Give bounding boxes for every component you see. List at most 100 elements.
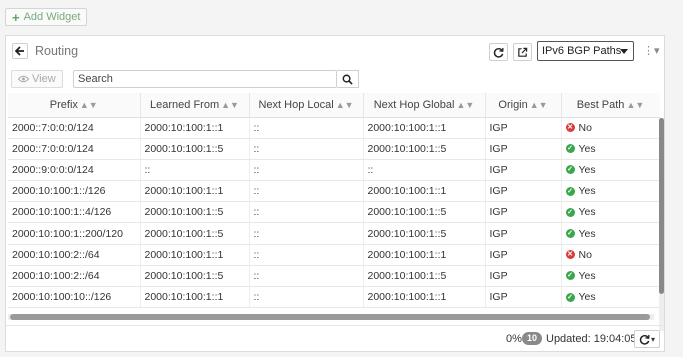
view-button-label: View — [32, 73, 56, 85]
origin-cell: IGP — [485, 180, 562, 203]
back-arrow-icon — [15, 46, 24, 56]
table-row[interactable]: 2000:10:100:10::/126 2000:10:100:1::1:: 20… — [8, 286, 660, 309]
column-header-next-hop-global[interactable]: Next Hop Global ▲▼ — [363, 93, 486, 118]
vertical-scrollbar[interactable] — [659, 118, 664, 331]
best-path-cell: ✓ Yes — [561, 138, 660, 160]
best-path-cell: ✕ No — [561, 244, 660, 266]
view-button[interactable]: View — [11, 70, 63, 88]
refresh-icon — [493, 47, 504, 58]
column-header-origin[interactable]: Origin ▲▼ — [485, 93, 562, 118]
origin-cell: IGP — [485, 244, 562, 266]
eye-icon — [18, 75, 29, 83]
column-header-learned-from[interactable]: Learned From ▲▼ — [140, 93, 250, 118]
refresh-count-badge: 10 — [522, 332, 543, 345]
sort-icon: ▲▼ — [529, 99, 548, 110]
check-circle-icon: ✓ — [565, 207, 575, 217]
column-header-prefix[interactable]: Prefix ▲▼ — [8, 93, 141, 118]
learned-from-cell: 2000:10:100:1::5 — [140, 222, 250, 245]
table-row[interactable]: 2000::9:0:0:0/124:::::: IGP ✓ Yes — [8, 159, 660, 182]
learned-from-cell: 2000:10:100:1::5 — [140, 138, 250, 160]
next-hop-global-cell: 2000:10:100:1::5 — [363, 265, 486, 288]
widget-menu-button[interactable]: ⋮▾ — [643, 44, 660, 57]
table-row[interactable]: 2000:10:100:1::200/120 2000:10:100:1::5::… — [8, 222, 660, 245]
prefix-cell: 2000::7:0:0:0/124 — [8, 138, 141, 160]
origin-cell: IGP — [485, 265, 562, 288]
origin-cell: IGP — [485, 222, 562, 245]
learned-from-cell: 2000:10:100:1::1 — [140, 117, 250, 139]
last-updated-text: Updated: 19:04:05 — [546, 333, 637, 345]
best-path-label: Yes — [578, 185, 596, 198]
add-widget-button[interactable]: + Add Widget — [5, 8, 88, 26]
prefix-cell: 2000:10:100:1::/126 — [8, 180, 141, 203]
table-row[interactable]: 2000::7:0:0:0/124 2000:10:100:1::1:: 2000:… — [8, 117, 660, 139]
origin-cell: IGP — [485, 117, 562, 139]
search-button[interactable] — [337, 70, 359, 88]
open-external-button[interactable] — [513, 43, 532, 61]
chevron-down-icon: ▾ — [650, 334, 655, 344]
next-hop-local-cell: :: — [249, 222, 364, 245]
check-circle-icon: ✓ — [565, 144, 575, 154]
origin-cell: IGP — [485, 159, 562, 182]
back-button[interactable] — [12, 43, 28, 59]
best-path-label: Yes — [578, 163, 596, 176]
next-hop-local-cell: :: — [249, 244, 364, 266]
check-circle-icon: ✓ — [565, 165, 575, 175]
origin-cell: IGP — [485, 201, 562, 224]
prefix-cell: 2000:10:100:2::/64 — [8, 265, 141, 288]
widget-header: Routing IPv6 BGP Paths ⋮▾ — [6, 36, 664, 66]
column-header-best-path[interactable]: Best Path ▲▼ — [561, 93, 660, 118]
table-row[interactable]: 2000::7:0:0:0/124 2000:10:100:1::5:: 2000:… — [8, 138, 660, 160]
next-hop-local-cell: :: — [249, 117, 364, 139]
search-icon — [342, 74, 353, 85]
learned-from-cell: 2000:10:100:1::1 — [140, 180, 250, 203]
refresh-button[interactable] — [489, 43, 508, 61]
next-hop-global-cell: 2000:10:100:1::5 — [363, 138, 486, 160]
next-hop-local-cell: :: — [249, 180, 364, 203]
check-circle-icon: ✓ — [565, 271, 575, 281]
best-path-cell: ✓ Yes — [561, 180, 660, 203]
sort-icon: ▲▼ — [626, 99, 645, 110]
check-circle-icon: ✓ — [565, 292, 575, 302]
origin-cell: IGP — [485, 138, 562, 160]
learned-from-cell: 2000:10:100:1::5 — [140, 201, 250, 224]
prefix-cell: 2000:10:100:1::4/126 — [8, 201, 141, 224]
best-path-cell: ✓ Yes — [561, 286, 660, 309]
next-hop-local-cell: :: — [249, 286, 364, 309]
next-hop-global-cell: 2000:10:100:1::5 — [363, 222, 486, 245]
next-hop-local-cell: :: — [249, 201, 364, 224]
table-header-row: Prefix ▲▼ Learned From ▲▼ Next Hop Local ▲▼… — [8, 93, 660, 118]
widget-title: Routing — [35, 44, 79, 58]
x-circle-icon: ✕ — [565, 250, 575, 260]
best-path-cell: ✕ No — [561, 117, 660, 139]
next-hop-local-cell: :: — [249, 265, 364, 288]
best-path-label: Yes — [578, 291, 596, 304]
progress-percent: 0% — [506, 333, 522, 345]
table-row[interactable]: 2000:10:100:1::4/126 2000:10:100:1::5:: 20… — [8, 201, 660, 224]
next-hop-global-cell: 2000:10:100:1::5 — [363, 201, 486, 224]
best-path-cell: ✓ Yes — [561, 159, 660, 182]
bgp-paths-table: Prefix ▲▼ Learned From ▲▼ Next Hop Local ▲▼… — [8, 93, 660, 311]
table-toolbar: View — [6, 68, 664, 90]
best-path-cell: ✓ Yes — [561, 265, 660, 288]
table-row[interactable]: 2000:10:100:1::/126 2000:10:100:1::1:: 200… — [8, 180, 660, 203]
view-type-select[interactable]: IPv6 BGP Paths — [537, 41, 634, 61]
next-hop-local-cell: :: — [249, 138, 364, 160]
prefix-cell: 2000::9:0:0:0/124 — [8, 159, 141, 182]
vertical-scrollbar-thumb[interactable] — [659, 118, 664, 294]
best-path-label: Yes — [578, 269, 596, 282]
horizontal-scrollbar-thumb[interactable] — [10, 314, 650, 320]
learned-from-cell: 2000:10:100:1::1 — [140, 286, 250, 309]
search-input[interactable] — [73, 70, 337, 88]
table-row[interactable]: 2000:10:100:2::/64 2000:10:100:1::1:: 2000… — [8, 244, 660, 266]
best-path-label: Yes — [578, 206, 596, 219]
next-hop-global-cell: 2000:10:100:1::1 — [363, 286, 486, 309]
best-path-label: No — [578, 248, 592, 261]
column-header-next-hop-local[interactable]: Next Hop Local ▲▼ — [249, 93, 364, 118]
best-path-label: Yes — [578, 227, 596, 240]
auto-refresh-button[interactable]: ▾ — [634, 330, 660, 348]
chevron-down-icon — [620, 49, 628, 54]
next-hop-global-cell: :: — [363, 159, 486, 182]
routing-widget: Routing IPv6 BGP Paths ⋮▾ View Search Pr… — [5, 35, 665, 352]
table-row[interactable]: 2000:10:100:2::/64 2000:10:100:1::5:: 2000… — [8, 265, 660, 288]
horizontal-scrollbar[interactable] — [8, 314, 654, 320]
